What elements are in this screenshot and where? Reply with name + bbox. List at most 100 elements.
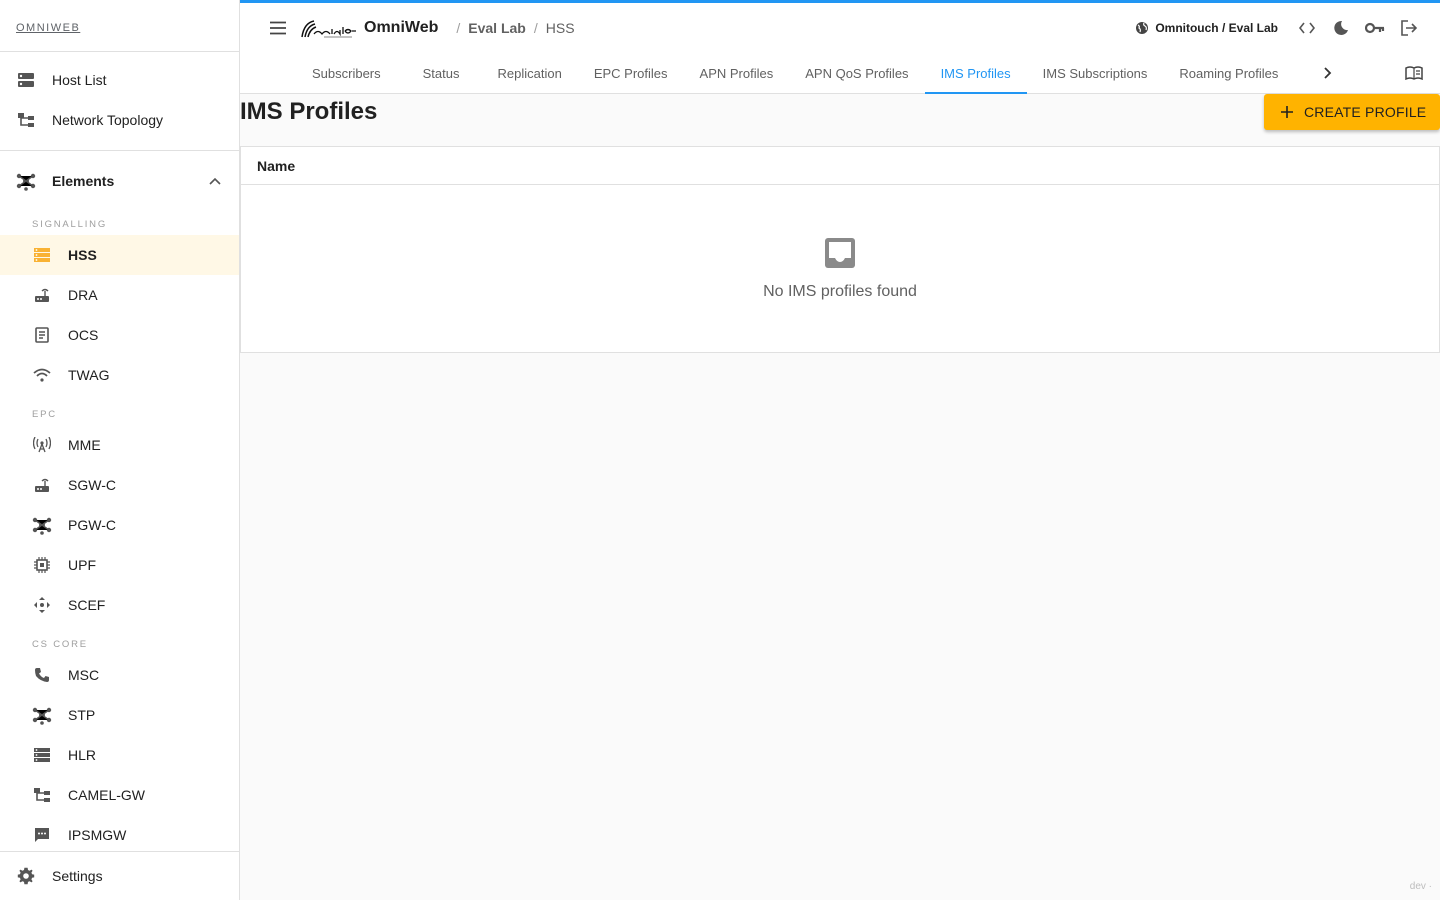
- empty-state: No IMS profiles found: [241, 185, 1439, 301]
- sidebar-item-twag[interactable]: TWAG: [0, 355, 239, 395]
- tenant-label: Omnitouch / Eval Lab: [1155, 21, 1278, 35]
- receipt-icon: [32, 325, 52, 345]
- tenant-selector[interactable]: Omnitouch / Eval Lab: [1135, 21, 1278, 35]
- brand: OMNIWEB: [0, 0, 239, 52]
- sidebar-item-label: DRA: [68, 287, 98, 303]
- sidebar-item-label: Network Topology: [52, 112, 164, 128]
- breadcrumb-separator: /: [533, 20, 538, 36]
- router-icon: [32, 475, 52, 495]
- section-label-cs-core: CS CORE: [32, 639, 88, 650]
- breadcrumb-item-lab[interactable]: Eval Lab: [468, 20, 526, 36]
- ims-profiles-table: Name No IMS profiles found: [240, 146, 1440, 353]
- page-title: IMS Profiles: [240, 98, 378, 125]
- inbox-icon: [824, 237, 856, 269]
- gear-icon: [16, 866, 36, 886]
- storage-icon: [32, 745, 52, 765]
- tab-roaming-profiles[interactable]: Roaming Profiles: [1163, 53, 1294, 93]
- sidebar-item-label: CAMEL-GW: [68, 787, 145, 803]
- sidebar-top-nav: Host List Network Topology: [0, 52, 239, 151]
- topology-icon: [32, 785, 52, 805]
- sidebar-item-ocs[interactable]: OCS: [0, 315, 239, 355]
- sidebar-item-label: SCEF: [68, 597, 106, 613]
- sidebar-item-label: IPSMGW: [68, 827, 127, 843]
- wifi-icon: [32, 365, 52, 385]
- sidebar: OMNIWEB Host List Network Topology Eleme…: [0, 0, 240, 900]
- move-arrows-icon: [32, 595, 52, 615]
- menu-icon[interactable]: [264, 14, 292, 42]
- sidebar-item-label: PGW-C: [68, 517, 116, 533]
- sidebar-item-label: TWAG: [68, 367, 110, 383]
- top-bar: OmniWeb / Eval Lab / HSS Omnitouch / Eva…: [240, 0, 1440, 53]
- globe-icon: [1135, 21, 1149, 35]
- code-icon[interactable]: [1292, 13, 1322, 43]
- sidebar-item-hlr[interactable]: HLR: [0, 735, 239, 775]
- sidebar-item-camel-gw[interactable]: CAMEL-GW: [0, 775, 239, 815]
- phone-icon: [32, 665, 52, 685]
- breadcrumb-separator: /: [456, 20, 461, 36]
- sidebar-item-label: MME: [68, 437, 101, 453]
- sidebar-item-label: HLR: [68, 747, 97, 763]
- chip-icon: [32, 555, 52, 575]
- sidebar-item-upf[interactable]: UPF: [0, 545, 239, 585]
- empty-state-text: No IMS profiles found: [763, 283, 917, 300]
- docs-book-icon[interactable]: [1404, 63, 1424, 83]
- sidebar-item-host-list[interactable]: Host List: [0, 60, 239, 100]
- logout-icon[interactable]: [1394, 13, 1424, 43]
- sidebar-item-mme[interactable]: MME: [0, 425, 239, 465]
- header-tools: Omnitouch / Eval Lab: [1135, 13, 1424, 43]
- tab-ims-subscriptions[interactable]: IMS Subscriptions: [1027, 53, 1164, 93]
- tab-epc-profiles[interactable]: EPC Profiles: [578, 53, 684, 93]
- tab-status[interactable]: Status: [397, 53, 482, 93]
- sidebar-item-label: STP: [68, 707, 96, 723]
- chevron-right-icon[interactable]: [1310, 53, 1346, 93]
- tab-replication[interactable]: Replication: [482, 53, 578, 93]
- sidebar-item-label: UPF: [68, 557, 96, 573]
- env-badge: dev ·: [1409, 881, 1432, 892]
- sidebar-group-label: Elements: [52, 173, 115, 189]
- storage-icon: [32, 245, 52, 265]
- sidebar-item-ipsmgw[interactable]: IPSMGW: [0, 815, 239, 855]
- table-header-row: Name: [241, 147, 1439, 185]
- column-header-name[interactable]: Name: [257, 158, 295, 174]
- tab-apn-profiles[interactable]: APN Profiles: [684, 53, 790, 93]
- server-list-icon: [16, 70, 36, 90]
- settings-label: Settings: [52, 868, 103, 884]
- sidebar-item-label: OCS: [68, 327, 99, 343]
- omnitouch-logo: [300, 17, 358, 39]
- sidebar-item-msc[interactable]: MSC: [0, 655, 239, 695]
- key-icon[interactable]: [1360, 13, 1390, 43]
- hub-icon: [32, 705, 52, 725]
- sidebar-item-hss[interactable]: HSS: [0, 235, 239, 275]
- sidebar-group-elements[interactable]: Elements: [0, 157, 239, 205]
- brand-link[interactable]: OMNIWEB: [16, 22, 80, 34]
- hub-icon: [16, 171, 36, 191]
- chevron-up-icon[interactable]: [209, 177, 221, 185]
- sidebar-item-sgw-c[interactable]: SGW-C: [0, 465, 239, 505]
- hss-tabs: Subscribers Status Replication EPC Profi…: [240, 53, 1440, 94]
- plus-icon: [1280, 105, 1294, 119]
- sidebar-item-network-topology[interactable]: Network Topology: [0, 100, 239, 140]
- breadcrumb-item-current: HSS: [545, 20, 575, 36]
- sidebar-item-label: MSC: [68, 667, 100, 683]
- sidebar-item-pgw-c[interactable]: PGW-C: [0, 505, 239, 545]
- antenna-icon: [32, 435, 52, 455]
- section-label-signalling: SIGNALLING: [32, 219, 108, 230]
- section-label-epc: EPC: [32, 409, 57, 420]
- sms-icon: [32, 825, 52, 845]
- create-profile-label: CREATE PROFILE: [1304, 104, 1427, 120]
- sidebar-item-label: HSS: [68, 247, 97, 263]
- tab-ims-profiles[interactable]: IMS Profiles: [924, 53, 1027, 94]
- sidebar-item-settings[interactable]: Settings: [0, 851, 239, 900]
- sidebar-item-scef[interactable]: SCEF: [0, 585, 239, 625]
- sidebar-item-dra[interactable]: DRA: [0, 275, 239, 315]
- tab-apn-qos-profiles[interactable]: APN QoS Profiles: [789, 53, 924, 93]
- router-icon: [32, 285, 52, 305]
- dark-mode-icon[interactable]: [1326, 13, 1356, 43]
- tab-subscribers[interactable]: Subscribers: [296, 53, 397, 93]
- sidebar-item-label: SGW-C: [68, 477, 116, 493]
- sidebar-item-label: Host List: [52, 72, 107, 88]
- app-name: OmniWeb: [364, 19, 439, 36]
- sidebar-item-stp[interactable]: STP: [0, 695, 239, 735]
- create-profile-button[interactable]: CREATE PROFILE: [1264, 94, 1440, 130]
- hub-icon: [32, 515, 52, 535]
